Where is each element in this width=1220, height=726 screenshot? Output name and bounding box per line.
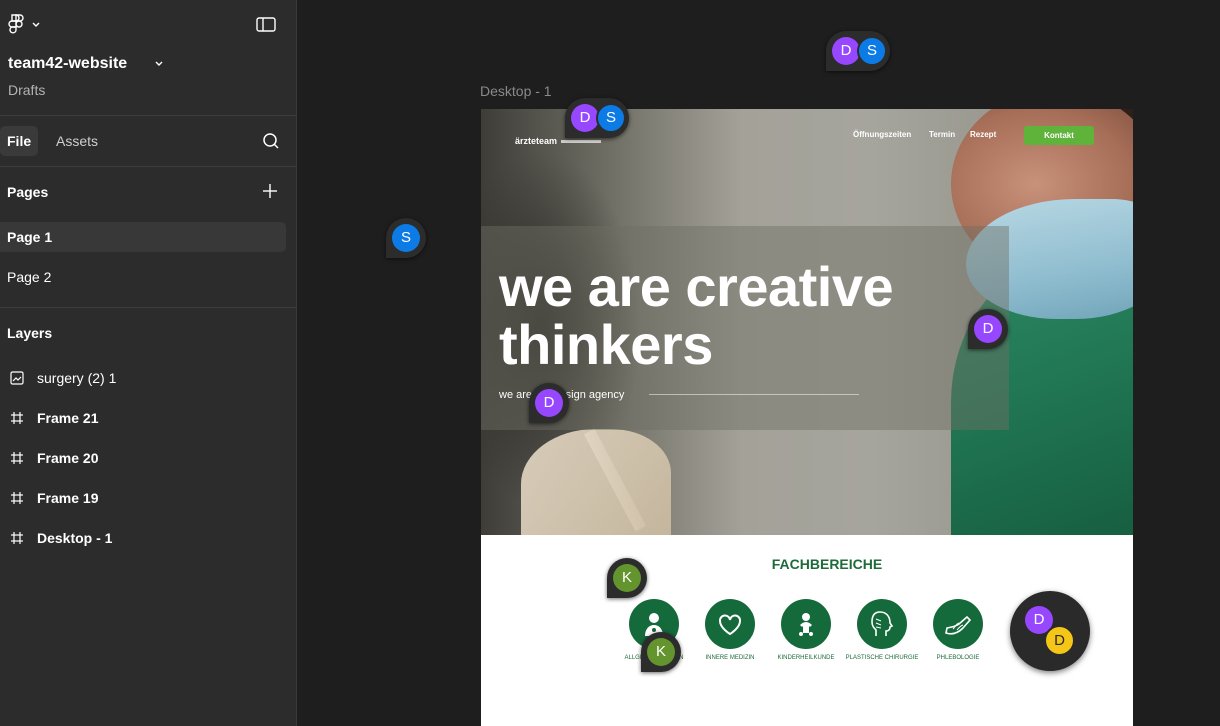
layer-label: Desktop - 1 xyxy=(37,530,113,546)
collaborator-avatar[interactable]: D xyxy=(571,104,599,132)
service-item-kinderheilkunde[interactable]: KINDERHEILKUNDE xyxy=(762,599,850,661)
collaborator-avatar: D xyxy=(974,315,1002,343)
frame-icon xyxy=(11,532,23,544)
layers-title: Layers xyxy=(7,325,53,341)
search-icon xyxy=(263,133,279,149)
collaborator-avatar: K xyxy=(647,638,675,666)
hero-headline-line-1: we are creative xyxy=(499,255,894,318)
collaborator-group-frame[interactable]: D S xyxy=(565,98,629,138)
left-sidebar: team42-website Drafts File Assets Pages … xyxy=(0,0,297,726)
search-button[interactable] xyxy=(261,131,281,151)
frame-icon xyxy=(11,412,23,424)
project-name[interactable]: team42-website xyxy=(8,55,127,73)
figma-logo-icon xyxy=(8,14,40,34)
face-profile-icon xyxy=(871,611,894,636)
plus-icon xyxy=(263,184,277,198)
layer-label: Frame 19 xyxy=(37,490,99,506)
collaborator-pin[interactable]: S xyxy=(386,218,426,258)
nav-link-rezept[interactable]: Rezept xyxy=(970,130,996,139)
frame-label[interactable]: Desktop - 1 xyxy=(480,83,552,99)
service-label: PLASTISCHE CHIRURGIE xyxy=(845,655,919,661)
collaborator-pin[interactable]: D xyxy=(529,383,569,423)
leg-icon xyxy=(945,615,972,635)
tab-file[interactable]: File xyxy=(0,126,39,156)
service-label: KINDERHEILKUNDE xyxy=(777,655,835,661)
project-location[interactable]: Drafts xyxy=(8,82,45,98)
section-title: FACHBEREICHE xyxy=(771,556,883,572)
collaborator-cluster[interactable]: D D xyxy=(1010,591,1090,671)
page-item-page-1[interactable]: Page 1 xyxy=(0,222,286,252)
collaborator-avatar[interactable]: S xyxy=(857,36,887,66)
sidebar-header xyxy=(0,0,296,48)
collaborator-pin[interactable]: K xyxy=(641,632,681,672)
layer-item[interactable]: Frame 20 xyxy=(0,443,290,473)
hero-gloved-hand xyxy=(521,429,671,535)
service-icon-circle[interactable] xyxy=(857,599,907,649)
collaborator-avatar: D xyxy=(535,389,563,417)
service-item-innere-medizin[interactable]: INNERE MEDIZIN xyxy=(686,599,774,661)
collaborator-avatar: S xyxy=(392,224,420,252)
layer-item[interactable]: surgery (2) 1 xyxy=(0,363,290,393)
collaborator-avatar[interactable]: D xyxy=(1044,625,1075,656)
kontakt-button[interactable]: Kontakt xyxy=(1024,126,1094,145)
frame-icon xyxy=(11,452,23,464)
service-icon-circle[interactable] xyxy=(781,599,831,649)
collaborator-avatar: K xyxy=(613,564,641,592)
service-item-phlebologie[interactable]: PHLEBOLOGIE xyxy=(914,599,1002,661)
layer-item[interactable]: Frame 21 xyxy=(0,403,290,433)
collaborator-avatar[interactable]: S xyxy=(596,103,626,133)
pages-title: Pages xyxy=(7,184,49,200)
collaborator-pin[interactable]: D xyxy=(968,309,1008,349)
nav-link-oeffnungszeiten[interactable]: Öffnungszeiten xyxy=(853,130,911,139)
site-brand-logo[interactable]: ärzteteam xyxy=(515,136,557,146)
image-icon xyxy=(10,371,24,385)
collaborator-group-top[interactable]: D S xyxy=(826,31,890,71)
collaborator-pin[interactable]: K xyxy=(607,558,647,598)
brand-logo-mark xyxy=(561,140,601,143)
layer-item[interactable]: Desktop - 1 xyxy=(0,523,290,553)
hero-subline-rule xyxy=(649,394,859,395)
service-icon-circle[interactable] xyxy=(705,599,755,649)
service-item-plastische-chirurgie[interactable]: PLASTISCHE CHIRURGIE xyxy=(838,599,926,661)
hero-headline-line-2: thinkers xyxy=(499,313,713,376)
chevron-down-icon[interactable] xyxy=(152,57,166,71)
page-item-page-2[interactable]: Page 2 xyxy=(0,262,286,292)
main-menu-button[interactable] xyxy=(8,14,44,36)
service-label: PHLEBOLOGIE xyxy=(936,655,980,661)
divider xyxy=(0,166,296,167)
frame-icon xyxy=(11,492,23,504)
layer-label: Frame 20 xyxy=(37,450,99,466)
add-page-button[interactable] xyxy=(261,182,279,200)
divider xyxy=(0,307,296,308)
divider xyxy=(0,115,296,116)
layer-item[interactable]: Frame 19 xyxy=(0,483,290,513)
hero-image: ärzteteam Öffnungszeiten Termin Rezept K… xyxy=(481,109,1133,535)
sidebar-toggle-icon xyxy=(256,17,276,32)
layer-label: Frame 21 xyxy=(37,410,99,426)
collaborator-avatar[interactable]: D xyxy=(832,37,860,65)
service-label: INNERE MEDIZIN xyxy=(705,655,755,661)
layer-label: surgery (2) 1 xyxy=(37,370,117,386)
heart-icon xyxy=(719,614,741,636)
tab-assets[interactable]: Assets xyxy=(49,126,105,156)
nav-link-termin[interactable]: Termin xyxy=(929,130,955,139)
baby-icon xyxy=(799,613,813,636)
service-icon-circle[interactable] xyxy=(933,599,983,649)
toggle-sidebar-button[interactable] xyxy=(255,16,277,34)
